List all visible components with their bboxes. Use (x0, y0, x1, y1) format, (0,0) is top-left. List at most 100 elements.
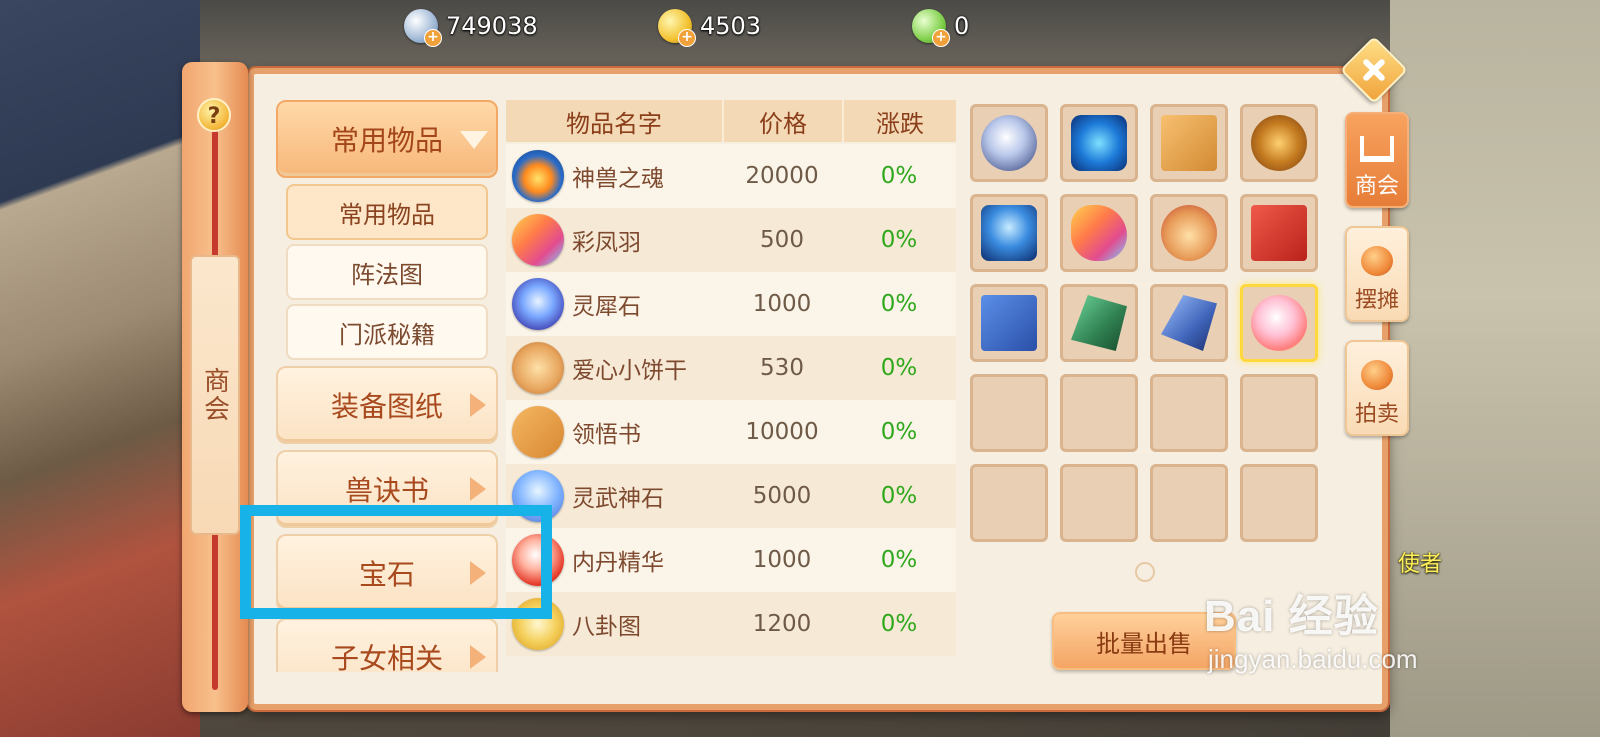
item-name: 神兽之魂 (572, 166, 664, 192)
item-name: 爱心小饼干 (572, 358, 687, 384)
inventory-slot-empty[interactable] (1150, 464, 1228, 542)
inventory-slot-selected[interactable] (1240, 284, 1318, 362)
item-change: 0% (880, 291, 918, 317)
fire-orb-icon (512, 150, 564, 202)
subcategory-label: 阵法图 (351, 260, 423, 289)
table-row[interactable]: 灵犀石 1000 0% (506, 272, 956, 336)
item-change: 0% (880, 611, 918, 637)
item-change: 0% (880, 163, 918, 189)
subcategory-sect-manual[interactable]: 门派秘籍 (286, 304, 488, 360)
feather-icon (1071, 205, 1127, 261)
npc-name-label: 使者 (1398, 552, 1443, 577)
item-price: 10000 (745, 419, 819, 445)
table-row[interactable]: 灵武神石 5000 0% (506, 464, 956, 528)
subcategory-formation-map[interactable]: 阵法图 (286, 244, 488, 300)
inventory-slot[interactable] (1060, 104, 1138, 182)
column-header-name: 物品名字 (566, 109, 662, 138)
blue-rock-icon (1161, 295, 1217, 351)
blue-book-icon (981, 295, 1037, 351)
category-children[interactable]: 子女相关 (276, 618, 498, 672)
inventory-slot-empty[interactable] (1240, 374, 1318, 452)
table-row[interactable]: 八卦图 1200 0% (506, 592, 956, 656)
tab-auction[interactable]: 拍卖 (1345, 340, 1409, 436)
category-equipment-blueprints[interactable]: 装备图纸 (276, 366, 498, 444)
inventory-slot-empty[interactable] (1060, 374, 1138, 452)
table-row[interactable]: 内丹精华 1000 0% (506, 528, 956, 592)
item-change: 0% (880, 547, 918, 573)
category-label: 常用物品 (330, 124, 443, 157)
inventory-slot-empty[interactable] (1150, 374, 1228, 452)
item-change: 0% (880, 227, 918, 253)
red-book-icon (1251, 205, 1307, 261)
subcategory-common-items[interactable]: 常用物品 (286, 184, 488, 240)
inventory-slot[interactable] (1060, 284, 1138, 362)
inventory-slot[interactable] (1150, 194, 1228, 272)
item-price: 1000 (752, 291, 812, 317)
table-row[interactable]: 彩凤羽 500 0% (506, 208, 956, 272)
item-name: 灵犀石 (572, 294, 641, 320)
category-label: 宝石 (358, 558, 415, 591)
inventory-slot-empty[interactable] (970, 464, 1048, 542)
table-row[interactable]: 爱心小饼干 530 0% (506, 336, 956, 400)
currency-silver[interactable]: 749038 (404, 6, 538, 47)
currency-silver-value: 749038 (446, 12, 538, 40)
category-label: 子女相关 (330, 642, 443, 672)
inventory-grid (970, 104, 1322, 544)
background-scenery-top (200, 0, 1390, 70)
item-name: 八卦图 (572, 614, 641, 640)
item-price: 530 (760, 355, 804, 381)
tab-label: 摆摊 (1354, 288, 1399, 313)
category-common-items[interactable]: 常用物品 (276, 100, 498, 178)
item-change: 0% (880, 419, 918, 445)
item-price: 1200 (752, 611, 812, 637)
inventory-slot[interactable] (1150, 104, 1228, 182)
inventory-slot[interactable] (970, 194, 1048, 272)
inventory-slot[interactable] (1240, 104, 1318, 182)
feather-icon (512, 214, 564, 266)
inventory-slot-empty[interactable] (1240, 464, 1318, 542)
tab-trade-guild[interactable]: 商会 (1345, 112, 1409, 208)
currency-jade[interactable]: 0 (912, 6, 970, 47)
chevron-right-icon (470, 393, 486, 417)
blue-shield-icon (1071, 115, 1127, 171)
item-name-cell: 爱心小饼干 (506, 342, 722, 394)
table-row[interactable]: 神兽之魂 20000 0% (506, 144, 956, 208)
inventory-slot[interactable] (1150, 284, 1228, 362)
currency-jade-value: 0 (954, 12, 970, 40)
category-menu: 常用物品 常用物品 阵法图 门派秘籍 装备图纸 兽诀书 宝石 子女相关 (276, 100, 500, 672)
crystal-icon (512, 278, 564, 330)
page-indicator (1135, 562, 1155, 582)
item-name: 灵武神石 (572, 486, 664, 512)
bagua-icon (512, 598, 564, 650)
subcategory-label: 门派秘籍 (339, 320, 435, 349)
item-change: 0% (880, 483, 918, 509)
guild-icon (1360, 136, 1394, 162)
panel-title-text: 商会 (199, 367, 230, 423)
column-header-price: 价格 (722, 100, 842, 142)
item-name-cell: 彩凤羽 (506, 214, 722, 266)
inventory-slot[interactable] (970, 104, 1048, 182)
category-beast-skill-books[interactable]: 兽诀书 (276, 450, 498, 528)
inventory-slot[interactable] (970, 284, 1048, 362)
tab-stall[interactable]: 摆摊 (1345, 226, 1409, 322)
item-change: 0% (880, 355, 918, 381)
help-button[interactable]: ? (197, 98, 231, 132)
currency-gold[interactable]: 4503 (658, 6, 761, 47)
inventory-slot[interactable] (1240, 194, 1318, 272)
inventory-slot-empty[interactable] (970, 374, 1048, 452)
background-scenery-right (1390, 0, 1600, 737)
column-header-change: 涨跌 (842, 100, 956, 142)
category-gems[interactable]: 宝石 (276, 534, 498, 612)
panel-title: 商会 (190, 255, 240, 535)
inventory-slot-empty[interactable] (1060, 464, 1138, 542)
table-row[interactable]: 领悟书 10000 0% (506, 400, 956, 464)
stall-icon (1361, 246, 1393, 276)
phoenix-icon (981, 205, 1037, 261)
cookie-icon (512, 342, 564, 394)
gold-coin-icon (658, 9, 696, 47)
silver-coin-icon (404, 9, 442, 47)
inventory-slot[interactable] (1060, 194, 1138, 272)
table-header: 物品名字 价格 涨跌 (506, 100, 956, 142)
diamond-icon (981, 115, 1037, 171)
item-price: 20000 (745, 163, 819, 189)
